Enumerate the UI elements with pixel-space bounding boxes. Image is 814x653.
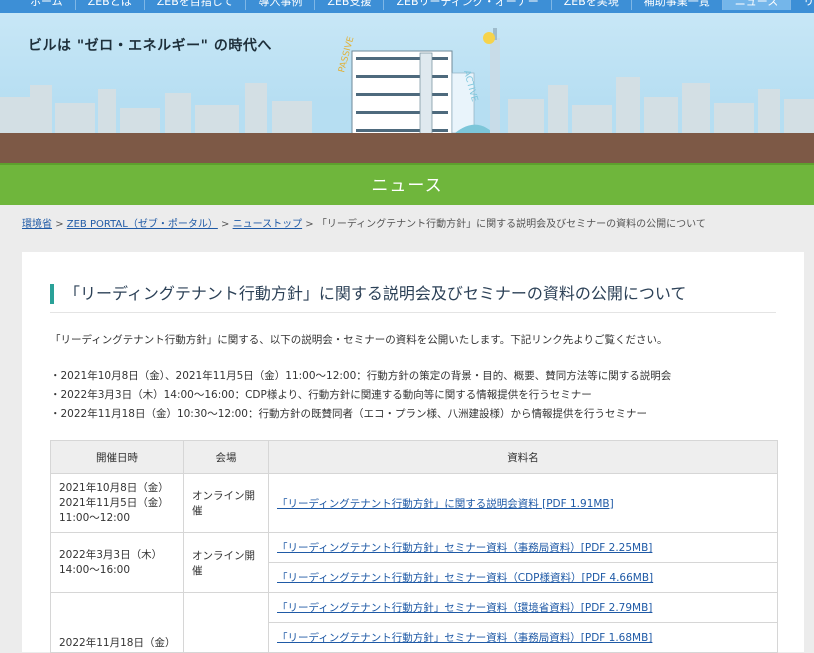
breadcrumb: 環境省 > ZEB PORTAL（ゼブ・ポータル） > ニューストップ > 「リ… (22, 215, 706, 230)
banner-title: ビルは "ゼロ・エネルギー" の時代へ (28, 38, 272, 54)
hero-banner: PASSIVE ACTIVE ビルは "ゼロ・エネルギー" の時代へ (0, 13, 814, 163)
table-row: 2021年10月8日（金） 2021年11月5日（金） 11:00～12:00 … (50, 473, 778, 533)
venue-cell: オンライン開催 (183, 473, 269, 533)
ground-illustration (0, 133, 814, 163)
date-line: 2022年11月18日（金） (59, 637, 176, 649)
date-line: 2021年10月8日（金） (59, 481, 169, 494)
table-row: 2022年11月18日（金） 「リーディングテナント行動方針」セミナー資料（環境… (50, 592, 778, 653)
nav-item-links[interactable]: リンク集 (791, 0, 814, 10)
nav-item-about-zeb[interactable]: ZEBとは (76, 0, 145, 10)
intro-text: 「リーディングテナント行動方針」に関する、以下の説明会・セミナーの資料を公開いた… (50, 334, 668, 346)
page-title: 「リーディングテナント行動方針」に関する説明会及びセミナーの資料の公開について (50, 284, 774, 304)
breadcrumb-link-env-ministry[interactable]: 環境省 (22, 219, 52, 230)
document-cell: 「リーディングテナント行動方針」セミナー資料（CDP様資料）[PDF 4.66M… (268, 562, 778, 593)
column-header-date: 開催日時 (50, 440, 184, 474)
breadcrumb-separator: > (305, 219, 314, 230)
date-cell: 2021年10月8日（金） 2021年11月5日（金） 11:00～12:00 (50, 473, 184, 533)
breadcrumb-separator: > (55, 219, 64, 230)
document-link[interactable]: 「リーディングテナント行動方針」セミナー資料（CDP様資料）[PDF 4.66M… (277, 572, 653, 584)
breadcrumb-link-zeb-portal[interactable]: ZEB PORTAL（ゼブ・ポータル） (67, 219, 218, 230)
document-cell: 「リーディングテナント行動方針」に関する説明会資料 [PDF 1.91MB] (268, 473, 778, 533)
document-link[interactable]: 「リーディングテナント行動方針」セミナー資料（事務局資料）[PDF 2.25MB… (277, 542, 652, 554)
nav-item-news[interactable]: ニュース (722, 0, 792, 10)
table-row: 2022年3月3日（木） 14:00～16:00 オンライン開催 「リーディング… (50, 532, 778, 593)
section-title: ニュース (371, 176, 443, 196)
event-item-3: ・2022年11月18日（金）10:30～12:00：行動方針の既賛同者（エコ・… (50, 408, 647, 420)
breadcrumb-separator: > (221, 219, 230, 230)
document-link[interactable]: 「リーディングテナント行動方針」セミナー資料（事務局資料）[PDF 1.68MB… (277, 632, 652, 644)
date-cell: 2022年11月18日（金） (50, 592, 184, 653)
nav-item-cases[interactable]: 導入事例 (246, 0, 316, 10)
document-cell: 「リーディングテナント行動方針」セミナー資料（事務局資料）[PDF 1.68MB… (268, 622, 778, 653)
title-divider (50, 312, 776, 313)
venue-cell: オンライン開催 (183, 532, 269, 593)
column-header-venue: 会場 (183, 440, 269, 474)
document-cell: 「リーディングテナント行動方針」セミナー資料（環境省資料）[PDF 2.79MB… (268, 592, 778, 623)
document-link[interactable]: 「リーディングテナント行動方針」に関する説明会資料 [PDF 1.91MB] (277, 498, 614, 510)
event-item-1: ・2021年10月8日（金）、2021年11月5日（金）11:00～12:00：… (50, 370, 672, 382)
column-header-document: 資料名 (268, 440, 778, 474)
nav-item-support[interactable]: ZEB支援 (315, 0, 385, 10)
date-line: 2022年3月3日（木） (59, 548, 163, 561)
date-line: 2021年11月5日（金） (59, 496, 169, 509)
nav-item-realize[interactable]: ZEBを実現 (552, 0, 632, 10)
document-cell: 「リーディングテナント行動方針」セミナー資料（事務局資料）[PDF 2.25MB… (268, 532, 778, 563)
nav-item-subsidies[interactable]: 補助事業一覧 (632, 0, 723, 10)
event-item-2: ・2022年3月3日（木）14:00～16:00：CDP様より、行動方針に関連す… (50, 389, 592, 401)
venue-cell (183, 592, 269, 653)
date-line: 11:00～12:00 (59, 511, 131, 524)
table-header-row: 開催日時 会場 資料名 (50, 440, 778, 474)
nav-item-aim-zeb[interactable]: ZEBを目指して (145, 0, 247, 10)
article-card: 「リーディングテナント行動方針」に関する説明会及びセミナーの資料の公開について … (22, 252, 804, 653)
breadcrumb-current: 「リーディングテナント行動方針」に関する説明会及びセミナーの資料の公開について (316, 219, 706, 230)
materials-table: 開催日時 会場 資料名 2021年10月8日（金） 2021年11月5日（金） … (50, 440, 778, 653)
top-navigation: ホーム ZEBとは ZEBを目指して 導入事例 ZEB支援 ZEBリーディング・… (0, 0, 814, 13)
date-line: 14:00～16:00 (59, 563, 131, 576)
nav-item-leading-owner[interactable]: ZEBリーディング・オーナー (384, 0, 552, 10)
document-link[interactable]: 「リーディングテナント行動方針」セミナー資料（環境省資料）[PDF 2.79MB… (277, 602, 652, 614)
date-cell: 2022年3月3日（木） 14:00～16:00 (50, 532, 184, 593)
breadcrumb-link-news-top[interactable]: ニューストップ (233, 219, 303, 230)
nav-item-home[interactable]: ホーム (18, 0, 76, 10)
